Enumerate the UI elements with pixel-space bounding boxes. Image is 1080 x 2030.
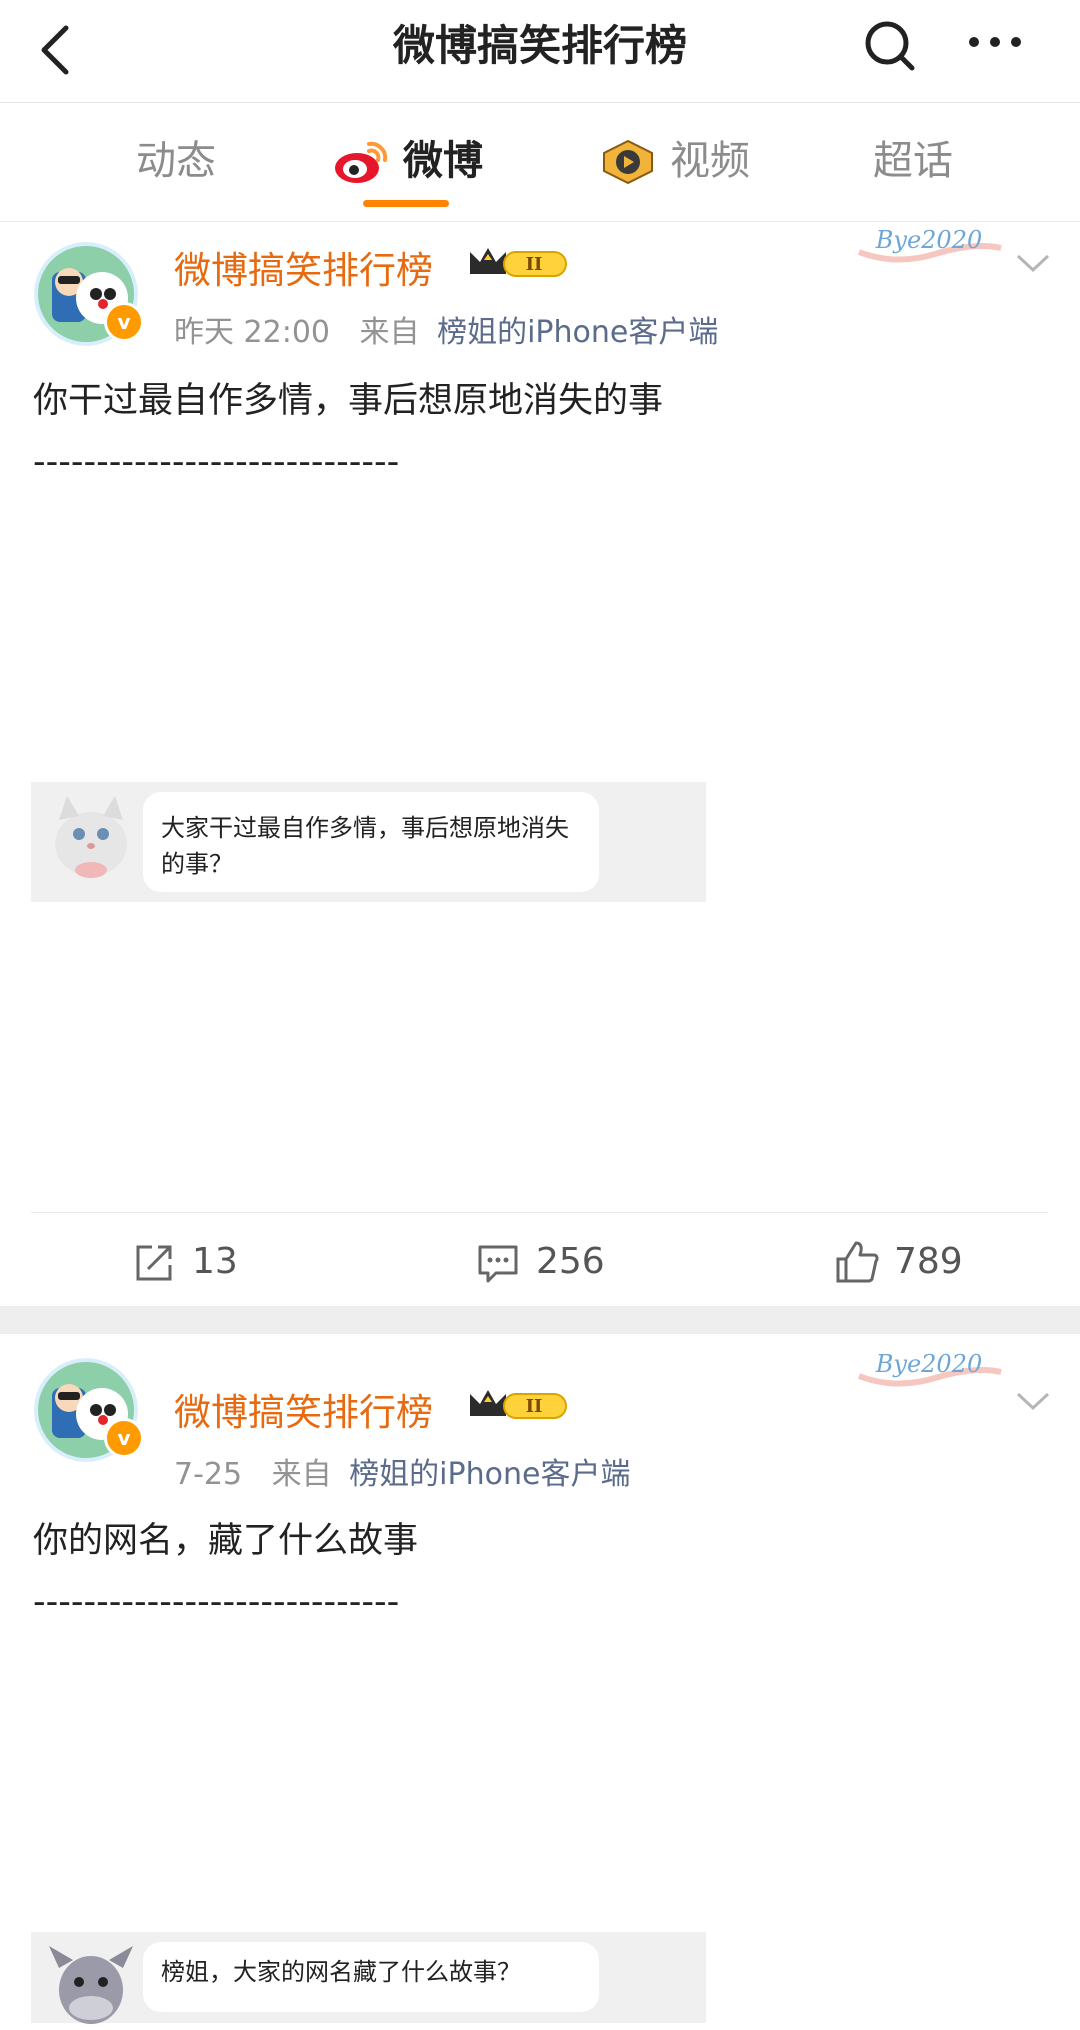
feed-separator [0,1306,1080,1334]
post-from-label: 来自 [271,1457,332,1492]
video-channel-icon [603,139,653,185]
post-image[interactable]: 大家干过最自作多情，事后想原地消失的事？ [31,782,706,902]
tab-dynamic[interactable]: 动态 [136,103,216,221]
quote-text: 榜姐，大家的网名藏了什么故事？ [161,1958,521,1986]
post-card[interactable]: v 微博搞笑排行榜 II Bye2020 昨天 22:00 来自 榜姐的iPho… [0,222,1080,1306]
post-card[interactable]: v 微博搞笑排行榜 II Bye2020 7-25 来自 榜姐的iPhone客户… [0,1334,1080,2024]
post-meta: 7-25 来自 榜姐的iPhone客户端 [174,1449,630,1493]
repost-count: 13 [192,1241,238,1282]
top-nav-bar: 微博搞笑排行榜 [0,0,1080,103]
post-divider-text: ----------------------------- [33,1582,400,1622]
bye2020-decoration: Bye2020 [855,222,1005,268]
chevron-down-icon[interactable] [1015,1390,1051,1414]
thumbs-up-icon [836,1241,879,1283]
bye2020-decoration: Bye2020 [855,1346,1005,1392]
vip-level-label: II [526,254,543,275]
speech-bubble: 榜姐，大家的网名藏了什么故事？ [143,1942,599,2012]
post-time: 昨天 22:00 [174,315,330,350]
verified-badge-icon: v [104,1418,144,1458]
bye2020-text: Bye2020 [875,226,982,254]
post-source-link[interactable]: 榜姐的iPhone客户端 [437,315,718,350]
chevron-down-icon[interactable] [1015,252,1051,276]
comment-icon [478,1245,518,1283]
post-source-link[interactable]: 榜姐的iPhone客户端 [349,1457,630,1492]
post-divider-text: ----------------------------- [33,442,400,482]
bye2020-text: Bye2020 [875,1350,982,1378]
search-icon[interactable] [860,16,920,76]
vip-crown-badge-icon: II [470,1390,567,1419]
username[interactable]: 微博搞笑排行榜 [174,240,433,294]
post-text: 你干过最自作多情，事后想原地消失的事 [33,381,664,421]
post-meta: 昨天 22:00 来自 榜姐的iPhone客户端 [174,307,718,351]
post-time: 7-25 [174,1457,243,1492]
cat-avatar-image [55,796,127,878]
active-tab-indicator [363,200,449,207]
quote-text: 大家干过最自作多情，事后想原地消失的事？ [161,814,569,878]
speech-bubble: 大家干过最自作多情，事后想原地消失的事？ [143,792,599,892]
donkey-plush-image [49,1946,133,2024]
profile-tab-bar: 动态 微博 视频 超话 [0,103,1080,222]
tab-super-topic[interactable]: 超话 [873,103,953,221]
like-button[interactable]: 789 [834,1237,1014,1287]
vip-crown-badge-icon: II [470,248,567,277]
tab-video[interactable]: 视频 [670,103,750,221]
username[interactable]: 微博搞笑排行榜 [174,1382,433,1436]
like-count: 789 [894,1241,963,1282]
bye2020-ribbon-icon: Bye2020 [857,226,1002,263]
repost-icon [136,1245,172,1281]
verified-badge-icon: v [104,302,144,342]
more-icon[interactable] [960,16,1030,76]
comment-count: 256 [536,1241,605,1282]
post-text: 你的网名，藏了什么故事 [33,1521,419,1561]
post-image[interactable]: 榜姐，大家的网名藏了什么故事？ [31,1932,706,2024]
comment-button[interactable]: 256 [476,1237,656,1287]
vip-level-label: II [526,1396,543,1417]
post-from-label: 来自 [359,315,420,350]
weibo-logo-icon [335,141,388,183]
action-divider [31,1212,1048,1213]
repost-button[interactable]: 13 [132,1237,292,1287]
bye2020-ribbon-icon: Bye2020 [857,1350,1002,1387]
